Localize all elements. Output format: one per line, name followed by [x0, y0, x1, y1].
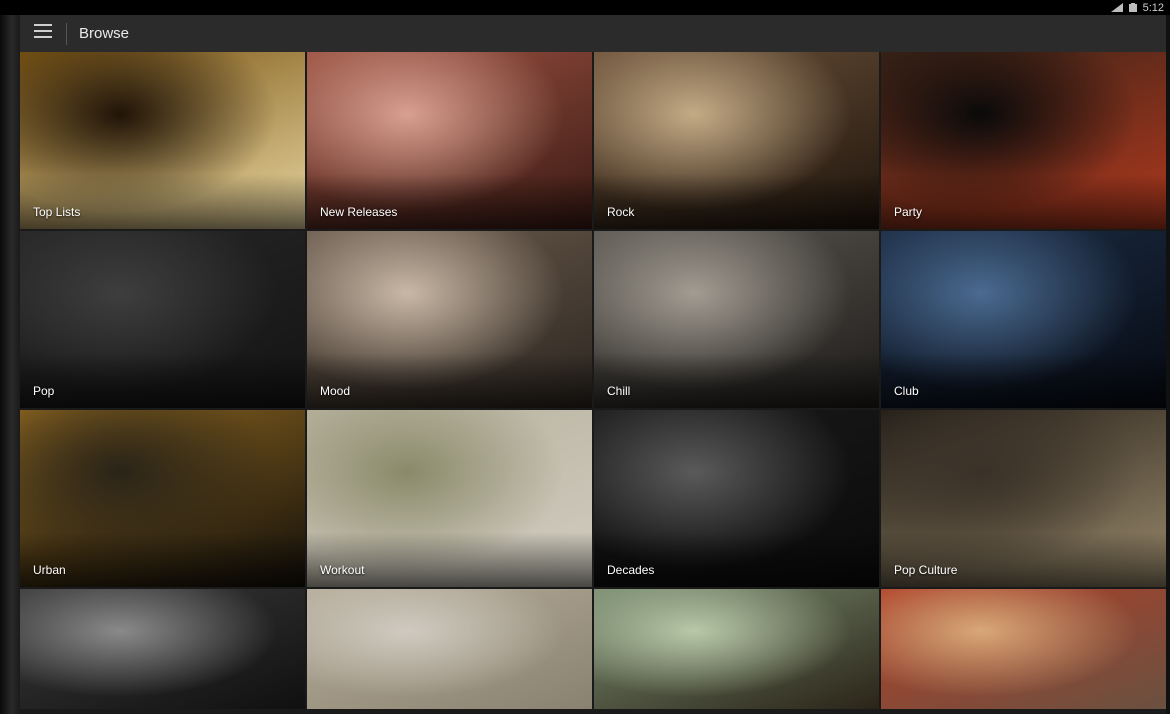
tile-label: Party	[894, 205, 923, 219]
tile-rock[interactable]: Rock	[594, 52, 879, 229]
tile-image	[881, 589, 1166, 709]
tile-top-lists[interactable]: Top Lists	[20, 52, 305, 229]
tile-label: Mood	[320, 384, 351, 398]
screen-bezel-left	[0, 15, 20, 714]
hamburger-icon	[34, 24, 52, 43]
tile-label: Chill	[607, 384, 631, 398]
status-bar: 5:12	[0, 0, 1170, 15]
tile-label: Pop	[33, 384, 55, 398]
tile-decades[interactable]: Decades	[594, 410, 879, 587]
screen-bezel-right	[1166, 15, 1170, 714]
tile-label: Rock	[607, 205, 635, 219]
tile-label: Club	[894, 384, 919, 398]
tile-new-releases[interactable]: New Releases	[307, 52, 592, 229]
tile-urban[interactable]: Urban	[20, 410, 305, 587]
tile-jazz[interactable]	[594, 589, 879, 709]
page-title: Browse	[79, 25, 130, 42]
action-bar: Browse	[20, 15, 1166, 52]
tile-concert[interactable]	[20, 589, 305, 709]
tile-club[interactable]: Club	[881, 231, 1166, 408]
tile-pop[interactable]: Pop	[20, 231, 305, 408]
tile-label: Decades	[607, 563, 655, 577]
battery-icon	[1127, 3, 1139, 12]
tile-image	[307, 589, 592, 709]
tile-label: Workout	[320, 563, 365, 577]
tile-label: Pop Culture	[894, 563, 958, 577]
menu-button[interactable]	[20, 15, 66, 52]
tile-label: Top Lists	[33, 205, 81, 219]
signal-icon	[1110, 3, 1123, 12]
tile-travel[interactable]	[881, 589, 1166, 709]
tile-label: Urban	[33, 563, 66, 577]
tile-image	[594, 589, 879, 709]
tile-label: New Releases	[320, 205, 398, 219]
category-grid: Top Lists New Releases Rock Party Pop Mo…	[20, 52, 1166, 714]
tile-image	[20, 589, 305, 709]
action-bar-divider	[66, 22, 67, 45]
status-time: 5:12	[1142, 1, 1164, 14]
tile-chill[interactable]: Chill	[594, 231, 879, 408]
tile-workout[interactable]: Workout	[307, 410, 592, 587]
tile-country[interactable]	[307, 589, 592, 709]
tile-party[interactable]: Party	[881, 52, 1166, 229]
tile-pop-culture[interactable]: Pop Culture	[881, 410, 1166, 587]
tile-mood[interactable]: Mood	[307, 231, 592, 408]
